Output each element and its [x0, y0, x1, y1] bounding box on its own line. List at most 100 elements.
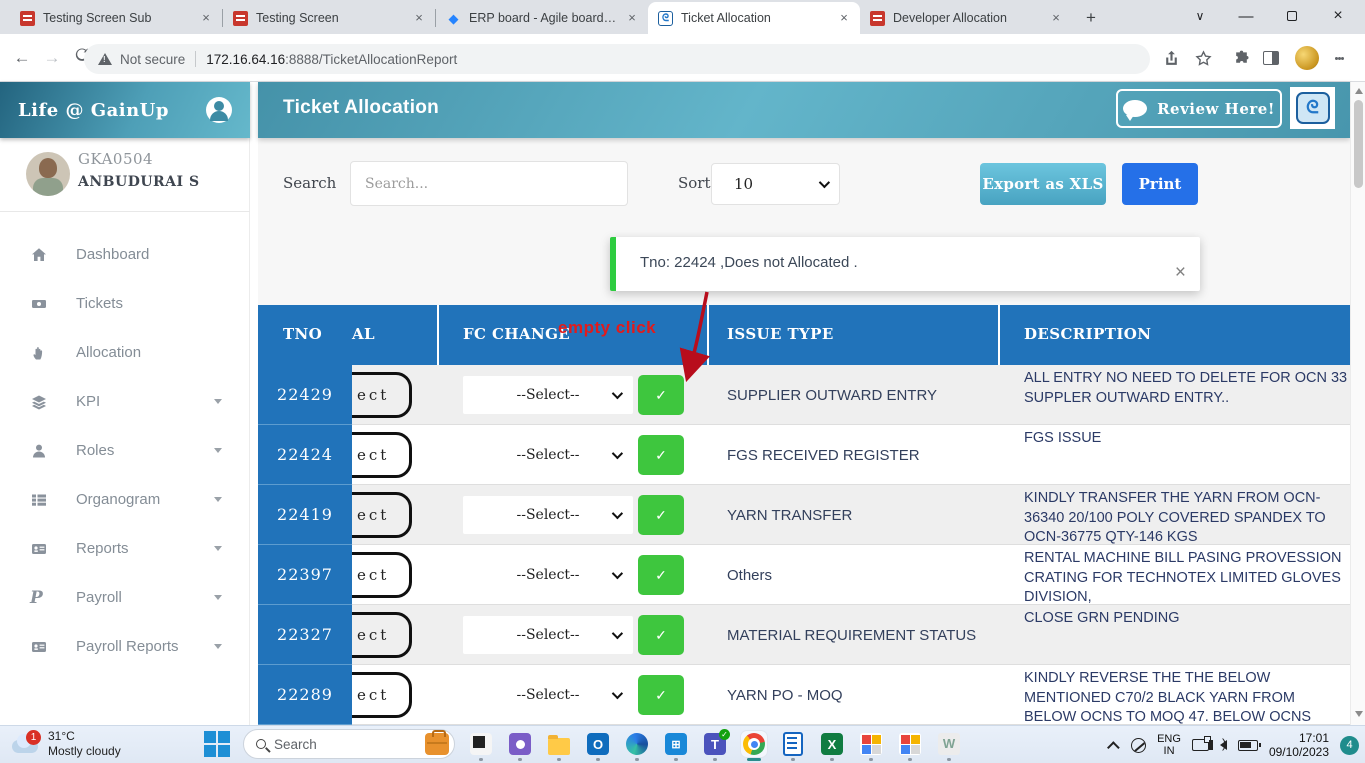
scrollbar-thumb[interactable] — [1354, 100, 1363, 188]
erp-app-icon[interactable] — [858, 731, 884, 757]
profile-circle-icon[interactable] — [206, 97, 232, 123]
notepad-icon[interactable] — [780, 731, 806, 757]
side-panel-icon[interactable] — [1259, 46, 1283, 70]
page-scrollbar[interactable] — [1350, 82, 1365, 725]
sidebar-item-tickets[interactable]: Tickets — [0, 279, 250, 328]
battery-icon[interactable] — [1238, 740, 1258, 751]
volume-icon[interactable] — [1220, 740, 1227, 750]
clock[interactable]: 17:0109/10/2023 — [1269, 731, 1329, 760]
fc-change-select[interactable]: --Select-- — [463, 676, 633, 714]
chevron-down-icon — [214, 497, 222, 502]
tab-favicon — [870, 11, 885, 26]
sidebar-item-roles[interactable]: Roles — [0, 426, 250, 475]
sidebar-item-organogram[interactable]: Organogram — [0, 475, 250, 524]
window-minimize-button[interactable]: — — [1223, 0, 1269, 32]
ms-store-icon[interactable]: ⊞ — [663, 731, 689, 757]
tab-ticket-allocation[interactable]: ᘓ Ticket Allocation × — [648, 2, 860, 34]
sidebar-item-kpi[interactable]: KPI — [0, 377, 250, 426]
review-here-button[interactable]: Review Here! — [1116, 89, 1282, 128]
outlook-icon[interactable]: O — [585, 731, 611, 757]
system-tray: ENGIN 17:0109/10/2023 4 — [1111, 726, 1359, 763]
tab-close-icon[interactable]: × — [411, 10, 427, 26]
url-separator — [195, 51, 196, 67]
sidebar-item-payroll-reports[interactable]: Payroll Reports — [0, 622, 250, 671]
brand-title: Life @ GainUp — [18, 100, 206, 121]
sidebar-item-allocation[interactable]: Allocation — [0, 328, 250, 377]
window-close-button[interactable]: × — [1315, 0, 1361, 32]
chevron-down-icon — [612, 508, 623, 519]
notification-message: Tno: 22424 ,Does not Allocated . — [640, 254, 858, 271]
confirm-check-button[interactable]: ✓ — [638, 495, 684, 535]
fc-change-select[interactable]: --Select-- — [463, 616, 633, 654]
erp-app2-icon[interactable] — [897, 731, 923, 757]
sidebar-item-reports[interactable]: Reports — [0, 524, 250, 573]
fc-change-select[interactable]: --Select-- — [463, 556, 633, 594]
no-internet-icon[interactable] — [1131, 738, 1146, 753]
tab-search-chevron-icon[interactable]: ∨ — [1185, 0, 1215, 32]
issue-type-cell: FGS RECEIVED REGISTER — [727, 425, 1007, 485]
tab-testing-screen[interactable]: Testing Screen × — [223, 2, 435, 34]
confirm-check-button[interactable]: ✓ — [638, 435, 684, 475]
edge-icon[interactable] — [624, 731, 650, 757]
confirm-check-button[interactable]: ✓ — [638, 555, 684, 595]
url-path[interactable]: :8888/TicketAllocationReport — [285, 52, 457, 67]
scroll-down-arrow[interactable] — [1355, 711, 1363, 717]
page-header: Ticket Allocation Review Here! ᘓ — [258, 82, 1350, 138]
network-monitor-icon[interactable] — [1192, 739, 1209, 751]
fc-change-select[interactable]: --Select-- — [463, 376, 633, 414]
profile-avatar[interactable] — [1295, 46, 1319, 70]
extensions-puzzle-icon[interactable] — [1229, 46, 1253, 70]
fc-change-select[interactable]: --Select-- — [463, 436, 633, 474]
address-bar[interactable]: Not secure 172.16.64.16 :8888/TicketAllo… — [84, 44, 1150, 74]
woven-app-icon[interactable]: W — [936, 731, 962, 757]
start-button[interactable] — [204, 731, 230, 757]
tray-expand-icon[interactable] — [1107, 741, 1120, 754]
chrome-icon[interactable] — [741, 731, 767, 757]
notification-close-icon[interactable]: × — [1175, 263, 1186, 282]
video-app-icon[interactable] — [507, 731, 533, 757]
forward-button[interactable]: → — [38, 44, 66, 72]
table-row: ect 22289 --Select-- ✓ YARN PO - MOQ KIN… — [258, 665, 1350, 725]
scroll-up-arrow[interactable] — [1355, 88, 1363, 94]
language-indicator[interactable]: ENGIN — [1157, 733, 1181, 757]
tno-cell: 22429 — [258, 365, 352, 425]
tab-close-icon[interactable]: × — [624, 10, 640, 26]
chevron-down-icon — [214, 595, 222, 600]
task-view-icon[interactable] — [468, 731, 494, 757]
window-maximize-button[interactable] — [1269, 0, 1315, 32]
file-explorer-icon[interactable] — [546, 731, 572, 757]
print-button[interactable]: Print — [1122, 163, 1198, 205]
confirm-check-button[interactable]: ✓ — [638, 375, 684, 415]
browser-menu-icon[interactable] — [1327, 46, 1351, 70]
search-input[interactable] — [350, 161, 628, 206]
url-host[interactable]: 172.16.64.16 — [206, 52, 285, 67]
tab-developer-allocation[interactable]: Developer Allocation × — [860, 2, 1072, 34]
tab-close-icon[interactable]: × — [198, 10, 214, 26]
share-icon[interactable] — [1159, 46, 1183, 70]
sidebar-item-dashboard[interactable]: Dashboard — [0, 230, 250, 279]
bookmark-star-icon[interactable] — [1191, 46, 1215, 70]
tab-erp-board[interactable]: ◆ ERP board - Agile board - Ji × — [436, 2, 648, 34]
new-tab-button[interactable]: + — [1078, 5, 1104, 31]
user-icon — [30, 442, 50, 459]
confirm-check-button[interactable]: ✓ — [638, 675, 684, 715]
app-logo-button[interactable]: ᘓ — [1290, 87, 1335, 129]
taskbar-search[interactable]: Search — [243, 729, 455, 759]
chevron-down-icon — [214, 546, 222, 551]
not-secure-warning-icon[interactable] — [98, 53, 112, 65]
tab-testing-screen-sub[interactable]: Testing Screen Sub × — [10, 2, 222, 34]
notification-count-badge[interactable]: 4 — [1340, 736, 1359, 755]
teams-icon[interactable]: T — [702, 731, 728, 757]
tab-close-icon[interactable]: × — [836, 10, 852, 26]
confirm-check-button[interactable]: ✓ — [638, 615, 684, 655]
excel-icon[interactable]: X — [819, 731, 845, 757]
weather-widget[interactable]: 1 31°CMostly cloudy — [10, 729, 121, 759]
sort-select[interactable]: 10 — [711, 163, 840, 205]
fc-change-select[interactable]: --Select-- — [463, 496, 633, 534]
export-xls-button[interactable]: Export as XLS — [980, 163, 1106, 205]
back-button[interactable]: ← — [8, 44, 36, 72]
tab-favicon — [233, 11, 248, 26]
tab-close-icon[interactable]: × — [1048, 10, 1064, 26]
not-secure-label[interactable]: Not secure — [120, 52, 185, 67]
sidebar-item-payroll[interactable]: P Payroll — [0, 573, 250, 622]
